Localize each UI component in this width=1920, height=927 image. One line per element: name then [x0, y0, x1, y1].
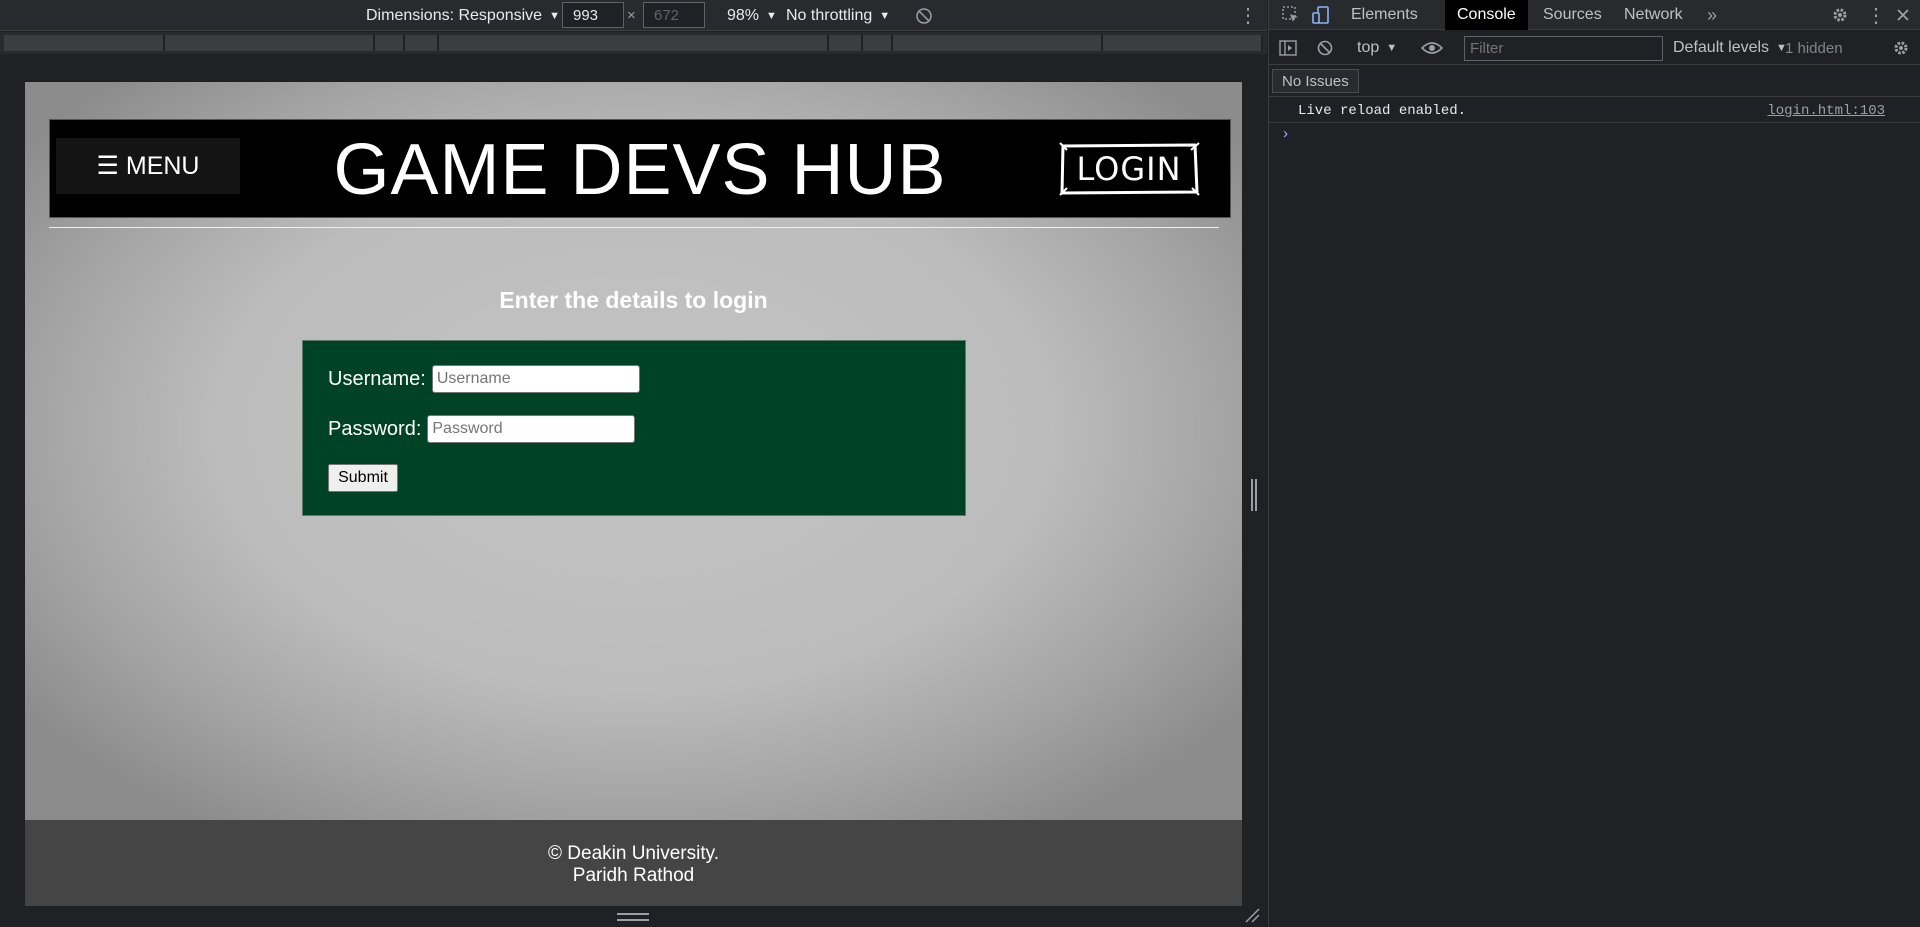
rotate-icon[interactable]: [915, 0, 933, 31]
zoom-dropdown[interactable]: 98% ▼: [727, 0, 777, 31]
inspect-element-icon[interactable]: [1281, 0, 1301, 30]
footer-author: Paridh Rathod: [572, 865, 695, 886]
media-query-ruler: [0, 32, 1267, 54]
ruler-segment[interactable]: [829, 35, 863, 51]
zoom-label: 98%: [727, 6, 760, 24]
resize-handle-bottom[interactable]: [617, 913, 649, 921]
close-icon[interactable]: [1896, 0, 1910, 30]
ruler-segment[interactable]: [375, 35, 405, 51]
login-logo-button[interactable]: LOGIN: [1057, 140, 1202, 198]
more-tabs-icon[interactable]: »: [1707, 0, 1717, 30]
throttling-label: No throttling: [786, 6, 873, 24]
site-header: GAME DEVS HUB ☰ MENU LOGIN: [49, 119, 1231, 218]
ruler-segment[interactable]: [1103, 35, 1263, 51]
ruler-segment[interactable]: [863, 35, 893, 51]
dimensions-label: Dimensions: Responsive: [366, 6, 543, 24]
dimensions-dropdown[interactable]: Dimensions: Responsive ▼: [366, 0, 560, 31]
chevron-down-icon: ▼: [766, 9, 777, 22]
console-message: Live reload enabled. login.html:103: [1269, 98, 1920, 123]
username-input[interactable]: [431, 365, 640, 393]
tab-sources[interactable]: Sources: [1531, 0, 1614, 30]
context-dropdown[interactable]: top ▼: [1357, 31, 1397, 65]
username-row: Username:: [328, 365, 640, 393]
tab-network[interactable]: Network: [1612, 0, 1695, 30]
clear-console-icon[interactable]: [1317, 31, 1333, 65]
log-levels-label: Default levels: [1673, 39, 1770, 56]
issues-button[interactable]: No Issues: [1272, 69, 1359, 93]
settings-icon[interactable]: [1831, 0, 1849, 30]
device-toggle-icon[interactable]: [1311, 0, 1331, 30]
login-form: Username: Password: Submit: [302, 340, 966, 516]
menu-button[interactable]: ☰ MENU: [56, 138, 240, 194]
username-label: Username:: [328, 367, 426, 390]
footer-copyright: © Deakin University.: [548, 843, 719, 864]
header-divider: [49, 227, 1219, 228]
height-input[interactable]: 672: [643, 2, 705, 28]
sidebar-toggle-icon[interactable]: [1279, 31, 1297, 65]
issues-bar: No Issues: [1269, 66, 1920, 97]
console-message-text: Live reload enabled.: [1298, 103, 1467, 119]
filter-input[interactable]: [1464, 36, 1663, 61]
console-message-source-link[interactable]: login.html:103: [1767, 103, 1885, 119]
site-footer: © Deakin University. Paridh Rathod: [25, 820, 1242, 906]
times-separator: ×: [627, 7, 636, 24]
ruler-segment[interactable]: [165, 35, 375, 51]
resize-corner-icon[interactable]: [1244, 907, 1260, 927]
login-logo-text: LOGIN: [1076, 150, 1181, 188]
password-input[interactable]: [427, 415, 636, 443]
ruler-segment[interactable]: [439, 35, 829, 51]
more-options-icon[interactable]: ⋮: [1866, 0, 1886, 30]
throttling-dropdown[interactable]: No throttling ▼: [786, 0, 890, 31]
submit-button[interactable]: Submit: [328, 464, 398, 492]
ruler-segment[interactable]: [405, 35, 439, 51]
log-levels-dropdown[interactable]: Default levels ▼: [1673, 31, 1787, 65]
devtools-tabbar: Elements Console Sources Network » ⋮: [1269, 0, 1920, 30]
context-label: top: [1357, 39, 1380, 56]
more-options-icon[interactable]: ⋮: [1238, 0, 1258, 31]
tab-elements[interactable]: Elements: [1339, 0, 1430, 30]
login-heading: Enter the details to login: [499, 287, 768, 313]
ruler-segment[interactable]: [4, 35, 165, 51]
console-settings-icon[interactable]: [1892, 31, 1910, 65]
password-label: Password:: [328, 417, 422, 440]
device-toolbar: Dimensions: Responsive ▼ 993 × 672 98% ▼…: [0, 0, 1267, 31]
tab-console[interactable]: Console: [1445, 0, 1528, 30]
chevron-down-icon: ▼: [549, 9, 560, 22]
console-prompt[interactable]: ›: [1281, 126, 1290, 143]
hidden-count: 1 hidden: [1785, 39, 1843, 57]
width-input[interactable]: 993: [562, 2, 624, 28]
devtools-panel: Elements Console Sources Network » ⋮ top…: [1268, 0, 1920, 927]
password-row: Password:: [328, 415, 636, 443]
live-expression-eye-icon[interactable]: [1421, 31, 1443, 65]
resize-handle-side[interactable]: [1251, 479, 1257, 511]
page-viewport: GAME DEVS HUB ☰ MENU LOGIN Enter the det…: [25, 82, 1242, 906]
ruler-segment[interactable]: [893, 35, 1103, 51]
chevron-down-icon: ▼: [1386, 42, 1398, 54]
chevron-down-icon: ▼: [879, 9, 891, 22]
console-toolbar: top ▼ Default levels ▼ 1 hidden: [1269, 31, 1920, 65]
